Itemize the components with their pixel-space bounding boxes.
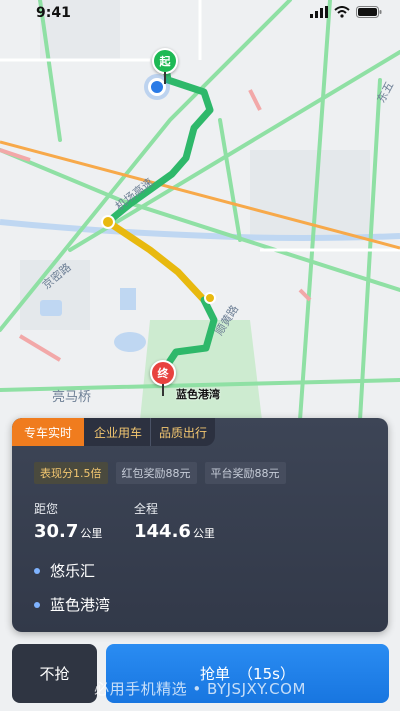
battery-icon	[356, 6, 382, 18]
grab-order-label: 抢单	[200, 665, 231, 683]
score-badge: 表现分1.5倍	[34, 462, 108, 484]
end-marker: 终	[150, 360, 176, 386]
pickup-distance: 距您 30.7 公里	[34, 500, 102, 542]
order-type-tabs: 专车实时 企业用车 品质出行	[12, 418, 216, 446]
grab-order-countdown: （15s）	[238, 665, 295, 683]
pickup-distance-label: 距您	[34, 502, 59, 516]
skip-order-button[interactable]: 不抢	[12, 644, 97, 703]
signal-icon	[310, 6, 328, 18]
reward-badges: 表现分1.5倍 红包奖励88元 平台奖励88元	[34, 462, 286, 484]
dropoff-dot-icon	[34, 601, 40, 608]
trip-distance-value: 144.6	[134, 521, 191, 542]
pickup-address: 悠乐汇	[34, 560, 95, 581]
pickup-distance-value: 30.7	[34, 521, 79, 542]
map-label-area: 亮马桥	[52, 390, 92, 405]
pickup-dot-icon	[34, 567, 40, 574]
start-marker-stem	[164, 72, 166, 84]
destination-label: 蓝色港湾	[176, 388, 220, 401]
tab-quality[interactable]: 品质出行	[150, 418, 216, 446]
trip-distance-label: 全程	[134, 502, 159, 516]
tab-enterprise[interactable]: 企业用车	[84, 418, 151, 446]
trip-distance: 全程 144.6 公里	[134, 500, 215, 542]
trip-distance-unit: 公里	[192, 527, 215, 540]
start-marker: 起	[152, 48, 178, 74]
dropoff-address: 蓝色港湾	[34, 594, 110, 615]
grab-order-button[interactable]: 抢单 （15s）	[106, 644, 389, 703]
wifi-icon	[334, 6, 350, 18]
red-packet-badge: 红包奖励88元	[115, 462, 197, 484]
pickup-address-text: 悠乐汇	[50, 562, 96, 580]
order-card[interactable]: 专车实时 企业用车 品质出行 表现分1.5倍 红包奖励88元 平台奖励88元 距…	[12, 418, 388, 632]
status-time: 9:41	[36, 5, 71, 21]
status-bar: 9:41	[0, 0, 400, 28]
dropoff-address-text: 蓝色港湾	[50, 596, 111, 614]
tab-realtime[interactable]: 专车实时	[12, 418, 85, 446]
pickup-distance-unit: 公里	[80, 527, 103, 540]
end-marker-stem	[162, 384, 164, 396]
platform-reward-badge: 平台奖励88元	[204, 462, 286, 484]
